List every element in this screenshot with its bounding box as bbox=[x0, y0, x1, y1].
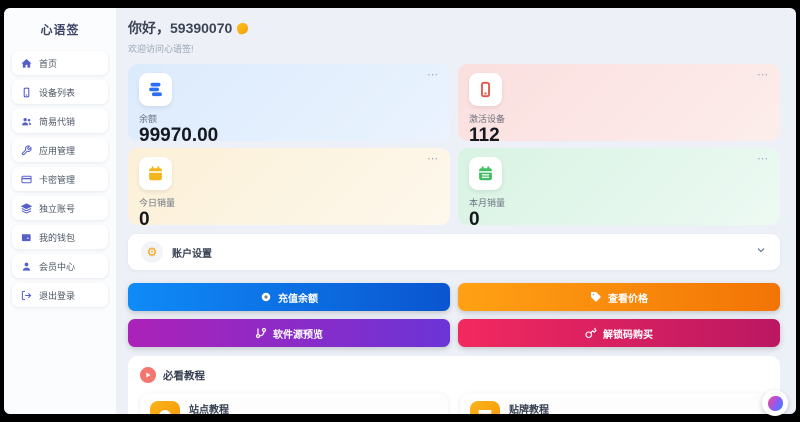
sidebar-item-devices[interactable]: 设备列表 bbox=[12, 80, 108, 104]
video-icon bbox=[140, 367, 156, 383]
wrench-icon bbox=[21, 144, 32, 156]
stat-card-month-sales: ⋯ 本月销量 0 bbox=[458, 148, 780, 229]
more-options-button[interactable]: ⋯ bbox=[757, 68, 769, 81]
software-source-button[interactable]: 软件源预览 bbox=[128, 319, 450, 347]
stat-label: 激活设备 bbox=[469, 114, 506, 124]
sidebar-item-reseller[interactable]: 简易代销 bbox=[12, 109, 108, 133]
unlock-code-button[interactable]: 解锁码购买 bbox=[458, 319, 780, 347]
tutorials-header: 必看教程 bbox=[140, 367, 768, 383]
sidebar-item-label: 设备列表 bbox=[39, 87, 76, 98]
greeting-text: 你好，59390070 bbox=[128, 20, 233, 36]
tutorials-section: 必看教程 站点教程 自签从购买到安装 贴牌教程 推广属于自己的网站 bbox=[128, 356, 780, 414]
sidebar-item-home[interactable]: 首页 bbox=[12, 51, 108, 75]
sidebar-item-label: 独立账号 bbox=[39, 203, 76, 214]
stat-label: 余额 bbox=[139, 114, 158, 124]
tutorials-title: 必看教程 bbox=[163, 369, 205, 382]
main-content: 你好，59390070 欢迎访问心语签! ⋯ 余额 99970.00 ⋯ 激活设… bbox=[116, 8, 796, 414]
layers-icon bbox=[21, 202, 32, 214]
users-icon bbox=[21, 116, 32, 127]
wallet-icon bbox=[21, 232, 32, 243]
action-label: 解锁码购买 bbox=[603, 329, 653, 341]
smartphone-icon bbox=[21, 87, 32, 98]
coin-icon bbox=[261, 292, 271, 302]
home-icon bbox=[21, 58, 32, 69]
stat-value: 112 bbox=[469, 125, 500, 146]
view-prices-button[interactable]: 查看价格 bbox=[458, 283, 780, 311]
sidebar-item-logout[interactable]: 退出登录 bbox=[12, 283, 108, 307]
stat-value: 0 bbox=[139, 209, 150, 230]
smartphone-icon bbox=[469, 73, 502, 106]
sidebar-item-cards[interactable]: 卡密管理 bbox=[12, 167, 108, 191]
page-subtitle: 欢迎访问心语签! bbox=[128, 44, 194, 54]
recharge-balance-button[interactable]: 充值余额 bbox=[128, 283, 450, 311]
app-logo: 心语签 bbox=[40, 23, 80, 37]
key-icon bbox=[585, 327, 597, 339]
chevron-down-icon bbox=[755, 243, 767, 261]
app-window: 心语签 首页 设备列表 简易代销 应用管理 卡密管理 独立账号 我的钱包 会员中… bbox=[0, 0, 800, 422]
more-options-button[interactable]: ⋯ bbox=[757, 152, 769, 165]
coins-icon bbox=[139, 73, 172, 106]
sidebar-nav: 首页 设备列表 简易代销 应用管理 卡密管理 独立账号 我的钱包 会员中心 退出… bbox=[4, 51, 116, 307]
page-greeting: 你好，59390070 bbox=[128, 18, 780, 38]
action-label: 软件源预览 bbox=[273, 329, 323, 341]
stat-cards: ⋯ 余额 99970.00 ⋯ 激活设备 112 ⋯ 今日销量 0 ⋯ 本月销量… bbox=[128, 64, 780, 229]
sidebar-item-label: 我的钱包 bbox=[39, 232, 76, 243]
more-options-button[interactable]: ⋯ bbox=[427, 152, 439, 165]
sidebar-item-accounts[interactable]: 独立账号 bbox=[12, 196, 108, 220]
user-icon bbox=[21, 261, 32, 272]
account-settings-toggle[interactable]: ⚙ 账户设置 bbox=[128, 234, 780, 270]
stat-value: 0 bbox=[469, 209, 480, 230]
tag-icon bbox=[591, 292, 601, 302]
package-icon bbox=[470, 401, 500, 414]
sidebar-item-label: 首页 bbox=[39, 58, 58, 69]
gear-icon: ⚙ bbox=[141, 241, 163, 263]
sidebar-item-label: 退出登录 bbox=[39, 290, 76, 301]
colorful-blob-icon bbox=[767, 395, 783, 411]
stat-label: 今日销量 bbox=[139, 198, 176, 208]
calendar-check-icon bbox=[469, 157, 502, 190]
tutorials-grid: 站点教程 自签从购买到安装 贴牌教程 推广属于自己的网站 bbox=[140, 393, 768, 414]
account-settings-title: 账户设置 bbox=[172, 248, 212, 260]
calendar-icon bbox=[139, 157, 172, 190]
floating-widget-button[interactable] bbox=[762, 390, 788, 416]
play-icon bbox=[150, 401, 180, 414]
credit-card-icon bbox=[21, 174, 32, 185]
sidebar-item-label: 简易代销 bbox=[39, 116, 76, 127]
more-options-button[interactable]: ⋯ bbox=[427, 68, 439, 81]
action-label: 查看价格 bbox=[608, 293, 648, 305]
logout-icon bbox=[21, 290, 32, 301]
sidebar-item-apps[interactable]: 应用管理 bbox=[12, 138, 108, 162]
quick-actions: 充值余额 查看价格 软件源预览 解锁码购买 bbox=[128, 283, 780, 347]
git-branch-icon bbox=[255, 327, 267, 339]
sidebar-item-label: 会员中心 bbox=[39, 261, 76, 272]
sidebar-item-member[interactable]: 会员中心 bbox=[12, 254, 108, 278]
wave-emoji-icon bbox=[236, 21, 250, 35]
sidebar: 心语签 首页 设备列表 简易代销 应用管理 卡密管理 独立账号 我的钱包 会员中… bbox=[4, 8, 116, 414]
stat-card-active-devices: ⋯ 激活设备 112 bbox=[458, 64, 780, 145]
sidebar-item-wallet[interactable]: 我的钱包 bbox=[12, 225, 108, 249]
sidebar-item-label: 应用管理 bbox=[39, 145, 76, 156]
tutorial-card-branding[interactable]: 贴牌教程 推广属于自己的网站 bbox=[460, 393, 768, 414]
tutorial-title: 站点教程 bbox=[189, 405, 229, 414]
stat-label: 本月销量 bbox=[469, 198, 506, 208]
tutorial-title: 贴牌教程 bbox=[509, 405, 549, 414]
sidebar-item-label: 卡密管理 bbox=[39, 174, 76, 185]
stat-card-balance: ⋯ 余额 99970.00 bbox=[128, 64, 450, 145]
stat-value: 99970.00 bbox=[139, 125, 219, 146]
stat-card-today-sales: ⋯ 今日销量 0 bbox=[128, 148, 450, 229]
action-label: 充值余额 bbox=[278, 293, 318, 305]
tutorial-card-site[interactable]: 站点教程 自签从购买到安装 bbox=[140, 393, 448, 414]
